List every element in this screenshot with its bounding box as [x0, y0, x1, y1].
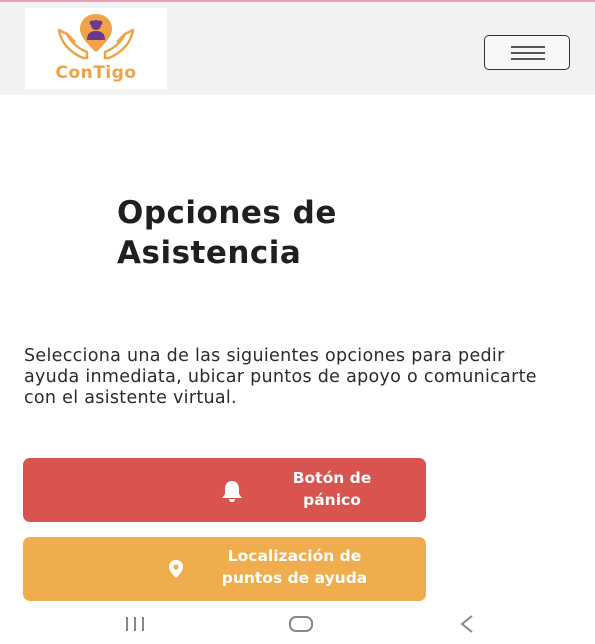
panic-button-label: Botón de pánico	[292, 469, 372, 509]
logo-hands-icon	[57, 14, 135, 60]
help-points-location-button[interactable]: Localización de puntos de ayuda	[23, 537, 426, 601]
page-description: Selecciona una de las siguientes opcione…	[24, 346, 537, 408]
hamburger-icon-bar	[511, 52, 545, 54]
menu-toggle-button[interactable]	[484, 35, 570, 70]
logo[interactable]: ConTigo	[25, 8, 167, 89]
header: ConTigo	[0, 2, 595, 95]
back-icon[interactable]	[457, 614, 477, 634]
android-navigation-bar	[0, 604, 595, 644]
brand-name: ConTigo	[55, 63, 137, 83]
recents-icon[interactable]	[122, 614, 148, 634]
map-pin-icon	[169, 560, 183, 578]
home-icon[interactable]	[287, 614, 315, 634]
bell-icon	[222, 481, 242, 502]
help-points-location-label: Localización de puntos de ayuda	[221, 547, 368, 587]
page-title: Opciones de Asistencia	[117, 195, 337, 271]
panic-button[interactable]: Botón de pánico	[23, 458, 426, 522]
hamburger-icon-bar	[511, 58, 545, 60]
hamburger-icon-bar	[511, 46, 545, 48]
